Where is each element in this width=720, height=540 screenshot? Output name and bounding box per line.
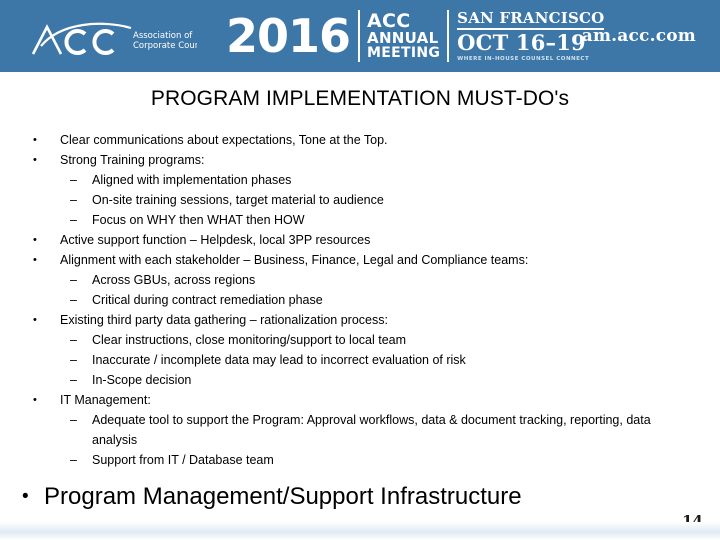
bullet-label: Clear communications about expectations,…: [60, 133, 388, 147]
banner-city: SAN FRANCISCO: [457, 8, 605, 27]
bullet-glyph-icon: •: [33, 134, 37, 146]
bullet-item: • Strong Training programs:: [0, 150, 720, 170]
bullet-label: Clear instructions, close monitoring/sup…: [92, 333, 407, 347]
bottom-gradient-strip: [0, 522, 720, 540]
bullet-glyph-icon: •: [33, 234, 37, 246]
bullet-label: Critical during contract remediation pha…: [92, 293, 323, 307]
bullet-item: • Existing third party data gathering – r…: [0, 310, 720, 330]
dash-glyph-icon: –: [70, 273, 77, 287]
page-title: PROGRAM IMPLEMENTATION MUST-DO's: [150, 87, 570, 110]
bullet-item: • IT Management:: [0, 390, 720, 410]
dash-glyph-icon: –: [70, 213, 77, 227]
annual-meeting-lockup: 2016 ACC ANNUAL MEETING SAN FRANCISCO OC…: [226, 7, 605, 65]
acc-logo: Association of Corporate Counsel: [27, 16, 197, 58]
acc-annual-meeting-block: ACC ANNUAL MEETING: [367, 7, 447, 65]
bullet-glyph-icon: •: [33, 314, 37, 326]
bullet-label: Alignment with each stakeholder – Busine…: [60, 253, 529, 267]
bullet-label: Active support function – Helpdesk, loca…: [60, 233, 371, 247]
banner-annual: ANNUAL: [367, 28, 439, 47]
acc-logo-line2: Corporate Counsel: [133, 41, 197, 51]
sub-bullet-item: – In-Scope decision: [0, 370, 720, 390]
banner-acc: ACC: [367, 9, 411, 32]
acc-logo-line1: Association of: [133, 31, 193, 41]
bullet-label: Adequate tool to support the Program: Ap…: [92, 413, 651, 447]
slide: Association of Corporate Counsel 2016 AC…: [0, 0, 720, 540]
bullet-label: Existing third party data gathering – ra…: [60, 313, 388, 327]
bullet-label: Aligned with implementation phases: [92, 173, 292, 187]
bullet-item: • Active support function – Helpdesk, loc…: [0, 230, 720, 250]
sub-bullet-item: – Across GBUs, across regions: [0, 270, 720, 290]
bullet-item: • Clear communications about expectations…: [0, 130, 720, 150]
dash-glyph-icon: –: [70, 293, 77, 307]
lockup-divider-2: [447, 10, 450, 62]
bullet-label: Support from IT / Database team: [92, 453, 274, 467]
sub-bullet-item: – Support from IT / Database team: [0, 450, 720, 470]
dash-glyph-icon: –: [70, 413, 77, 427]
sub-bullet-item: – Inaccurate / incomplete data may lead t…: [0, 350, 720, 370]
sub-bullet-item: – Clear instructions, close monitoring/su…: [0, 330, 720, 350]
bullet-label: Across GBUs, across regions: [92, 273, 256, 287]
final-bullet-item: • Program Management/Support Infrastruct…: [22, 482, 522, 512]
sub-bullet-item: – Focus on WHY then WHAT then HOW: [0, 210, 720, 230]
header-band: Association of Corporate Counsel 2016 AC…: [0, 0, 720, 72]
dash-glyph-icon: –: [70, 173, 77, 187]
dash-glyph-icon: –: [70, 373, 77, 387]
bullet-glyph-icon: •: [33, 394, 37, 406]
sub-bullet-item: – On-site training sessions, target mater…: [0, 190, 720, 210]
bullet-label: Inaccurate / incomplete data may lead to…: [92, 353, 466, 367]
bullet-item: • Alignment with each stakeholder – Busin…: [0, 250, 720, 270]
bullet-glyph-icon: •: [33, 254, 37, 266]
sub-bullet-item: – Critical during contract remediation ph…: [0, 290, 720, 310]
banner-tagline: WHERE IN-HOUSE COUNSEL CONNECT: [457, 56, 590, 63]
bullet-label: Strong Training programs:: [60, 153, 205, 167]
lockup-divider-1: [358, 10, 361, 62]
bullet-list: • Clear communications about expectations…: [0, 130, 720, 470]
banner-year: 2016: [226, 9, 351, 63]
dash-glyph-icon: –: [70, 453, 77, 467]
bullet-glyph-icon: •: [33, 154, 37, 166]
bullet-glyph-icon: •: [22, 486, 29, 507]
sub-bullet-item: – Aligned with implementation phases: [0, 170, 720, 190]
final-bullet-label: Program Management/Support Infrastructur…: [44, 483, 522, 510]
sub-bullet-item: – Adequate tool to support the Program: A…: [0, 410, 720, 450]
bullet-label: On-site training sessions, target materi…: [92, 193, 384, 207]
banner-meeting: MEETING: [367, 45, 441, 62]
dash-glyph-icon: –: [70, 193, 77, 207]
dash-glyph-icon: –: [70, 353, 77, 367]
bullet-label: In-Scope decision: [92, 373, 192, 387]
bullet-label: Focus on WHY then WHAT then HOW: [92, 213, 305, 227]
bullet-label: IT Management:: [60, 393, 151, 407]
site-url[interactable]: am.acc.com: [582, 26, 696, 46]
dash-glyph-icon: –: [70, 333, 77, 347]
